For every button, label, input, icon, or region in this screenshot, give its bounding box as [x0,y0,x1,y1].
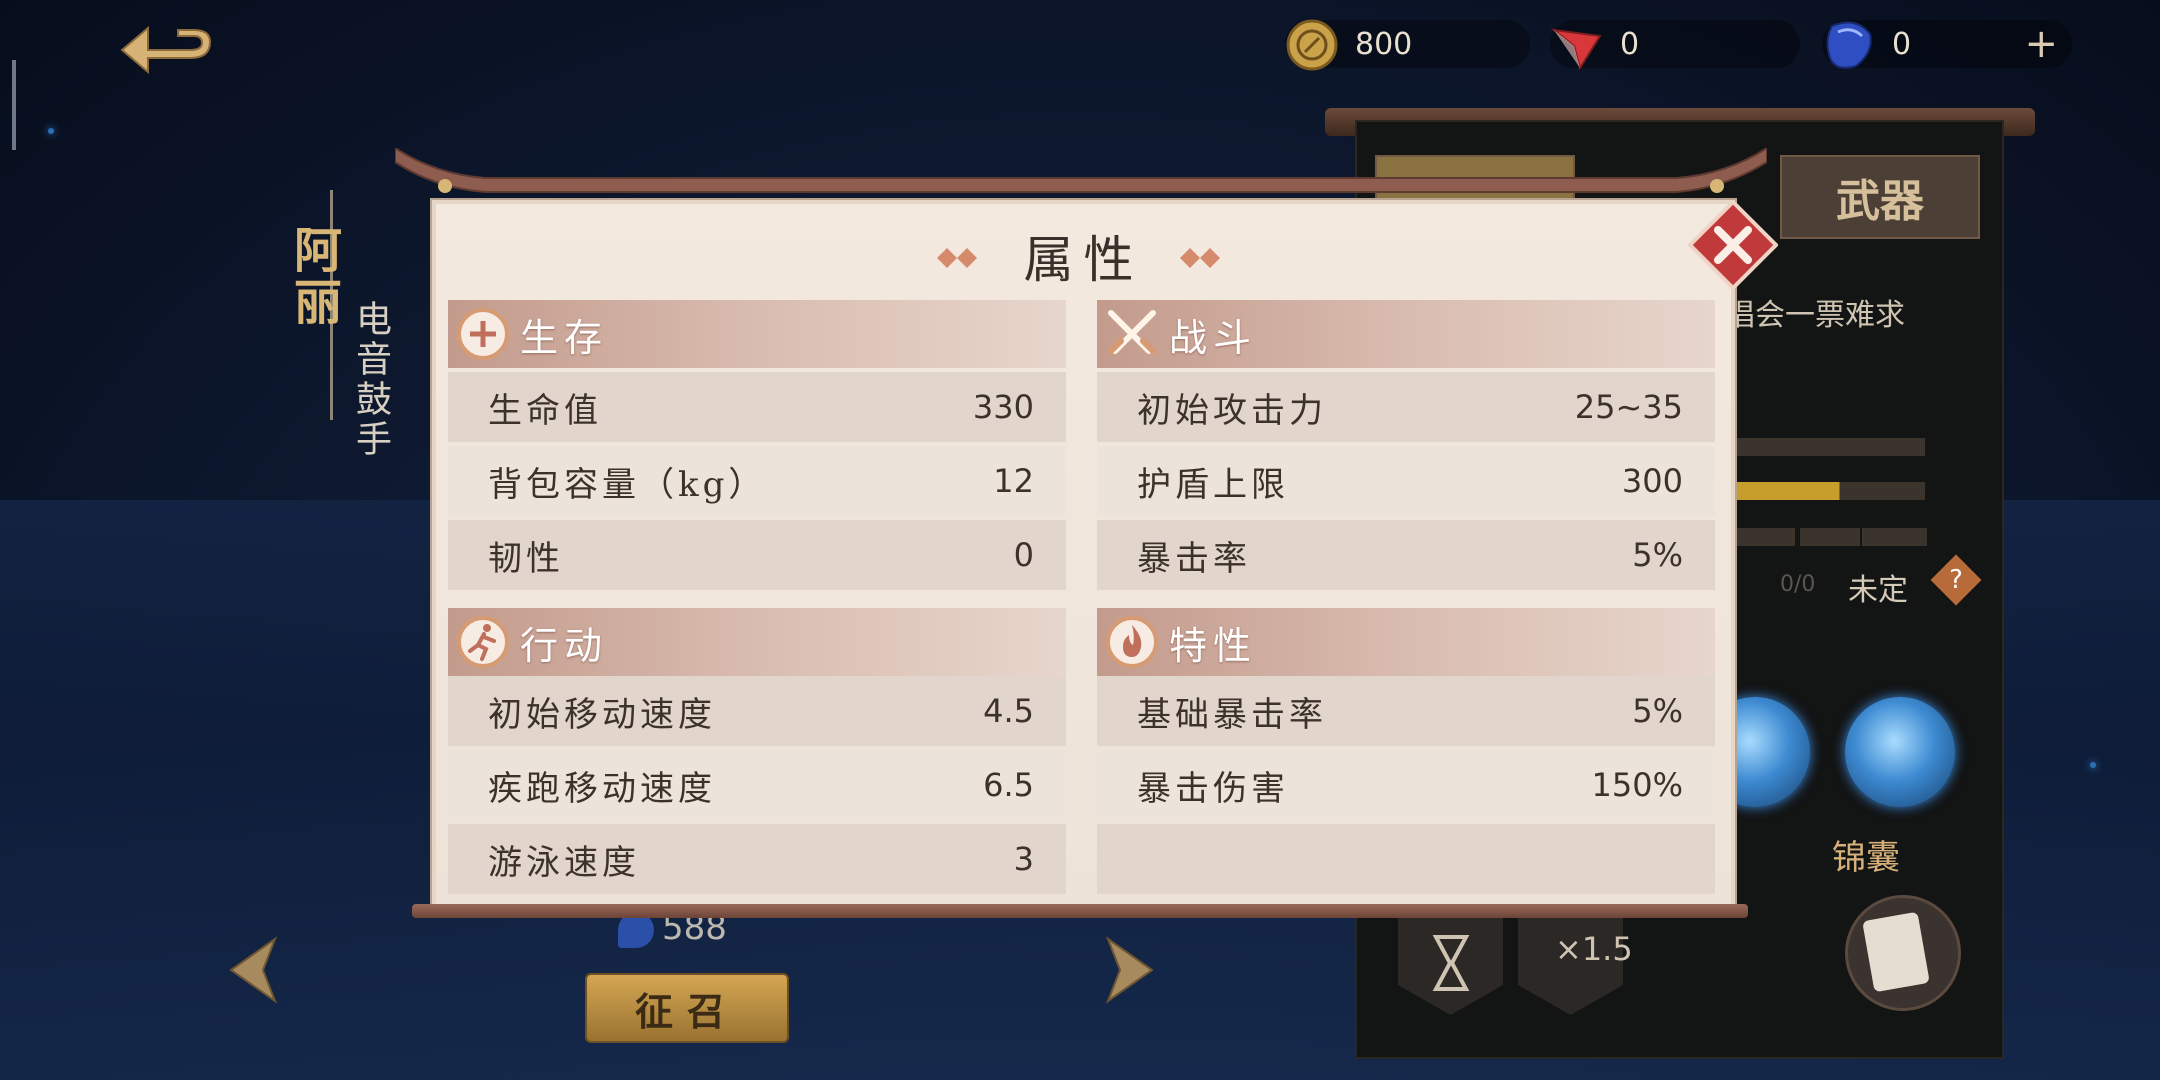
next-arrow-icon[interactable] [1098,935,1158,1005]
currency-blue-gem: 0 + [1822,20,2072,69]
section-combat-header: 战斗 [1097,300,1715,368]
character-name: 阿丽 [285,225,341,329]
stat-row: 游泳速度 3 [448,824,1066,894]
red-crystal-icon [1550,28,1602,71]
modal-title: 属性 [1023,231,1144,289]
blue-gem-amount: 0 [1892,26,1912,62]
stat-row-empty [1097,824,1715,894]
stat-label: 暴击伤害 [1137,768,1289,809]
section-movement-title: 行动 [520,623,609,668]
stat-row: 暴击伤害 150% [1097,750,1715,820]
plus-circle-icon [457,308,509,360]
add-currency-button[interactable]: + [2024,24,2058,64]
section-survival-title: 生存 [520,315,609,360]
previous-arrow-icon[interactable] [225,935,285,1005]
stat-bar-filled [1735,482,1925,500]
running-figure-icon [457,616,509,668]
stat-row: 生命值 330 [448,372,1066,442]
stat-label: 游泳速度 [488,842,640,883]
progress-ratio: 0/0 [1780,572,1816,597]
gold-amount: 800 [1355,26,1413,62]
stat-row: 初始攻击力 25~35 [1097,372,1715,442]
star-sparkle [48,128,54,134]
stat-label: 生命值 [488,390,602,431]
skill-orb-lightning[interactable] [1845,697,1955,807]
gold-coin-icon [1286,19,1338,71]
stat-value: 6.5 [983,766,1034,804]
stat-label: 初始移动速度 [488,694,716,735]
stat-label: 疾跑移动速度 [488,768,716,809]
stat-row: 基础暴击率 5% [1097,676,1715,746]
stat-label: 护盾上限 [1137,464,1289,505]
close-button[interactable] [1688,200,1778,290]
stat-value: 5% [1632,536,1683,574]
stat-value: 0 [1013,536,1034,574]
stat-value: 12 [993,462,1034,500]
stat-value: 4.5 [983,692,1034,730]
stat-row: 初始移动速度 4.5 [448,676,1066,746]
stat-row: 暴击率 5% [1097,520,1715,590]
star-sparkle [2090,762,2096,768]
section-survival-header: 生存 [448,300,1066,368]
stat-row: 韧性 0 [448,520,1066,590]
stat-bar-segment [1800,528,1860,546]
question-icon: ? [1949,565,1963,595]
recruit-button[interactable]: 征召 [585,973,789,1043]
stat-row: 护盾上限 300 [1097,446,1715,516]
stat-value: 330 [972,388,1034,426]
section-combat-title: 战斗 [1169,315,1258,360]
stat-value: 5% [1632,692,1683,730]
red-crystal-amount: 0 [1620,26,1640,62]
blue-gem-icon [1826,21,1872,69]
section-traits-title: 特性 [1169,623,1258,668]
stat-label: 基础暴击率 [1137,694,1327,735]
stat-value: 3 [1013,840,1034,878]
stat-label: 韧性 [488,538,564,579]
flame-icon [1106,616,1158,668]
stat-label: 背包容量（kg） [488,464,767,505]
back-arrow-icon[interactable] [118,20,218,80]
currency-gold: 800 [1285,19,1530,71]
uncertain-label: 未定 [1848,573,1908,608]
tab-weapon[interactable]: 武器 [1780,155,1980,239]
stat-row: 疾跑移动速度 6.5 [448,750,1066,820]
stat-label: 初始攻击力 [1137,390,1327,431]
modal-base [412,904,1748,918]
section-traits-header: 特性 [1097,608,1715,676]
character-title: 电音鼓手 [350,300,391,460]
stat-value: 25~35 [1574,388,1683,426]
card-icon [1862,911,1930,993]
crossed-swords-icon [1108,310,1156,354]
edge-indicator [12,60,16,150]
modal-roof [395,148,1767,193]
decor-diamond-icon [1180,248,1220,268]
help-button[interactable]: ? [1930,554,1982,606]
stat-label: 暴击率 [1137,538,1251,579]
stat-row: 背包容量（kg） 12 [448,446,1066,516]
speed-multiplier: ×1.5 [1555,930,1633,968]
section-movement-header: 行动 [448,608,1066,676]
stat-bar-segment [1735,528,1795,546]
character-quote: 唱会一票难求 [1725,298,1905,333]
stat-bar [1735,438,1925,456]
kit-card-icon[interactable] [1845,895,1961,1011]
kit-label: 锦囊 [1832,838,1900,878]
currency-red-crystal: 0 [1550,20,1800,71]
stat-value: 300 [1621,462,1683,500]
stat-value: 150% [1591,766,1683,804]
stat-bar-segment [1862,528,1927,546]
